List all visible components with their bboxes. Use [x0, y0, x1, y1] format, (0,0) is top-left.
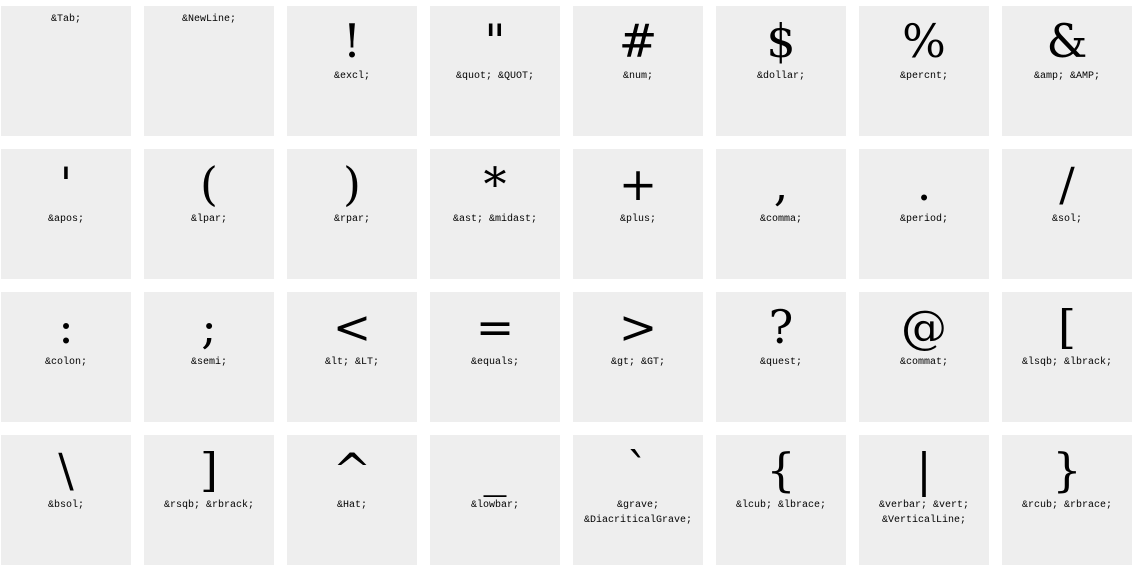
- entity-names: &lt; &LT;: [324, 357, 379, 368]
- entity-glyph: <: [332, 300, 372, 354]
- entity-glyph: :: [58, 300, 74, 354]
- entity-names: &grave; &DiacriticalGrave;: [583, 500, 693, 526]
- entity-names: &comma;: [759, 214, 802, 225]
- entity-tile: < &lt; &LT;: [287, 292, 417, 422]
- entity-tile: ] &rsqb; &rbrack;: [144, 435, 274, 565]
- entity-names: &apos;: [47, 214, 84, 225]
- entity-tile: \ &bsol;: [1, 435, 131, 565]
- entity-glyph: ): [343, 157, 361, 211]
- entity-names: &amp; &AMP;: [1033, 71, 1100, 82]
- entity-glyph: ': [59, 157, 73, 211]
- entity-names: &rpar;: [333, 214, 370, 225]
- entity-tile: + &plus;: [573, 149, 703, 279]
- entity-tile: ( &lpar;: [144, 149, 274, 279]
- entity-names: &lsqb; &lbrack;: [1021, 357, 1112, 368]
- entity-glyph: \: [58, 443, 74, 497]
- entity-tile: = &equals;: [430, 292, 560, 422]
- entity-glyph: ,: [773, 157, 789, 211]
- entity-tile: _ &lowbar;: [430, 435, 560, 565]
- entity-glyph: #: [618, 14, 658, 68]
- entity-glyph: /: [1059, 157, 1075, 211]
- entity-glyph: {: [766, 443, 796, 497]
- entity-tile: { &lcub; &lbrace;: [716, 435, 846, 565]
- entity-tile: > &gt; &GT;: [573, 292, 703, 422]
- entity-names: &semi;: [190, 357, 227, 368]
- entity-glyph: |: [916, 443, 932, 497]
- entity-names: &Tab;: [50, 14, 81, 25]
- entity-tile: ` &grave; &DiacriticalGrave;: [573, 435, 703, 565]
- entity-names: &lcub; &lbrace;: [735, 500, 826, 511]
- entity-names: &quot; &QUOT;: [455, 71, 534, 82]
- entity-names: &num;: [622, 71, 653, 82]
- entity-glyph: ^: [332, 443, 372, 497]
- entity-tile: &Tab;: [1, 6, 131, 136]
- entity-tile: } &rcub; &rbrace;: [1002, 435, 1132, 565]
- entity-glyph: [: [1058, 300, 1076, 354]
- entity-tile: " &quot; &QUOT;: [430, 6, 560, 136]
- entity-glyph: =: [475, 300, 515, 354]
- entity-names: &percnt;: [899, 71, 948, 82]
- entity-names: &excl;: [333, 71, 370, 82]
- entity-tile: . &period;: [859, 149, 989, 279]
- entity-grid: &Tab; &NewLine;! &excl; " &quot; &QUOT; # &num…: [1, 6, 1132, 565]
- entity-tile: ? &quest;: [716, 292, 846, 422]
- entity-names: &bsol;: [47, 500, 84, 511]
- entity-names: &colon;: [44, 357, 87, 368]
- entity-tile: ; &semi;: [144, 292, 274, 422]
- entity-names: &period;: [899, 214, 948, 225]
- entity-glyph: ;: [201, 300, 217, 354]
- entity-names: &quest;: [759, 357, 802, 368]
- entity-tile: , &comma;: [716, 149, 846, 279]
- entity-glyph: .: [916, 157, 932, 211]
- entity-tile: @ &commat;: [859, 292, 989, 422]
- entity-tile: ) &rpar;: [287, 149, 417, 279]
- entity-tile: ! &excl;: [287, 6, 417, 136]
- entity-glyph: ]: [200, 443, 218, 497]
- entity-names: &rcub; &rbrace;: [1021, 500, 1112, 511]
- entity-names: &rsqb; &rbrack;: [163, 500, 254, 511]
- entity-glyph: !: [342, 14, 362, 68]
- entity-glyph: %: [902, 14, 946, 68]
- entity-glyph: ?: [768, 300, 794, 354]
- entity-tile: [ &lsqb; &lbrack;: [1002, 292, 1132, 422]
- entity-names: &dollar;: [756, 71, 805, 82]
- entity-tile: ' &apos;: [1, 149, 131, 279]
- entity-tile: $ &dollar;: [716, 6, 846, 136]
- entity-glyph: &: [1046, 14, 1088, 68]
- entity-names: &ast; &midast;: [452, 214, 537, 225]
- entity-tile: &NewLine;: [144, 6, 274, 136]
- entity-tile: / &sol;: [1002, 149, 1132, 279]
- entity-glyph: *: [483, 157, 507, 211]
- entity-tile: * &ast; &midast;: [430, 149, 560, 279]
- entity-glyph: @: [901, 300, 947, 354]
- entity-names: &NewLine;: [181, 14, 236, 25]
- entity-tile: & &amp; &AMP;: [1002, 6, 1132, 136]
- entity-names: &lowbar;: [470, 500, 519, 511]
- entity-names: &lpar;: [190, 214, 227, 225]
- entity-names: &verbar; &vert; &VerticalLine;: [878, 500, 969, 526]
- entity-names: &gt; &GT;: [610, 357, 665, 368]
- entity-names: &plus;: [619, 214, 656, 225]
- entity-tile: : &colon;: [1, 292, 131, 422]
- entity-names: &equals;: [470, 357, 519, 368]
- entity-glyph: >: [618, 300, 658, 354]
- entity-tile: | &verbar; &vert; &VerticalLine;: [859, 435, 989, 565]
- entity-names: &sol;: [1051, 214, 1082, 225]
- entity-glyph: +: [618, 157, 658, 211]
- entity-glyph: }: [1052, 443, 1082, 497]
- entity-glyph: $: [766, 14, 796, 68]
- entity-glyph: ": [484, 14, 506, 68]
- entity-tile: # &num;: [573, 6, 703, 136]
- entity-names: &commat;: [899, 357, 948, 368]
- entity-glyph: _: [483, 443, 507, 497]
- entity-glyph: `: [626, 443, 650, 497]
- entity-names: &Hat;: [336, 500, 367, 511]
- entity-tile: ^ &Hat;: [287, 435, 417, 565]
- entity-glyph: (: [200, 157, 218, 211]
- entity-tile: % &percnt;: [859, 6, 989, 136]
